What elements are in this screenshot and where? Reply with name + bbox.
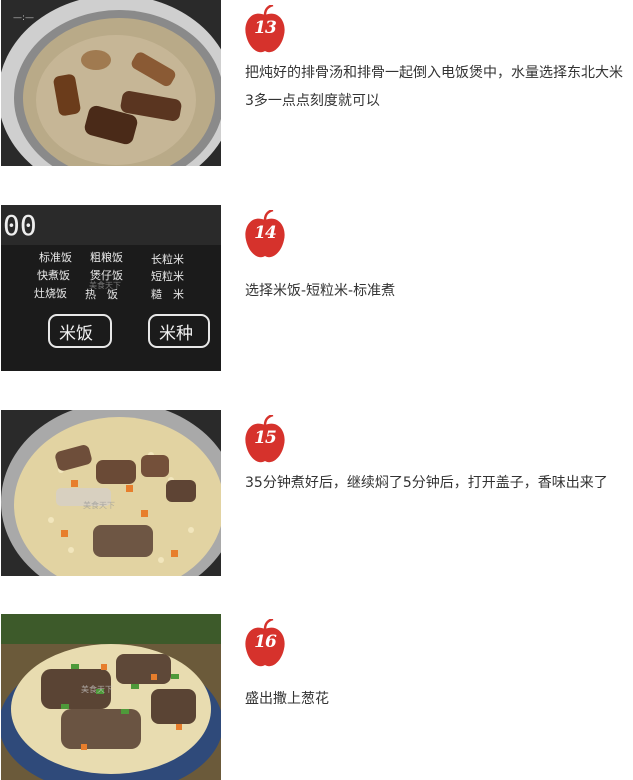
panel-menu-item: 快煮饭 <box>37 269 70 282</box>
panel-menu-item: 糙 米 <box>151 287 184 301</box>
recipe-step-13: —:— 13 把炖好的排骨汤和排骨一起倒入电饭煲中，水量选择东北大米3多一点点刻… <box>0 0 633 166</box>
panel-menu-item: 粗粮饭 <box>90 250 123 264</box>
step-description: 盛出撒上葱花 <box>245 691 329 707</box>
watermark: 美食天下 <box>81 684 113 694</box>
panel-menu-item: 短粒米 <box>151 269 184 283</box>
step-number: 15 <box>254 428 277 448</box>
step-number-badge: 13 <box>243 5 287 55</box>
panel-menu-item: 长粒米 <box>151 252 184 266</box>
recipe-step-14: 00 标准饭 粗粮饭 长粒米 快煮饭 煲仔饭 短粒米 灶烧饭 热 饭 糙 米 米… <box>0 205 633 371</box>
panel-rice-button: 米饭 <box>59 324 93 344</box>
rice-cooker-control-panel-image: 00 标准饭 粗粮饭 长粒米 快煮饭 煲仔饭 短粒米 灶烧饭 热 饭 糙 米 米… <box>1 205 221 371</box>
step-number-badge: 15 <box>243 415 287 465</box>
step-16-photo: 美食天下 <box>1 614 221 780</box>
step-number: 14 <box>254 223 277 243</box>
step-15-photo: 美食天下 <box>1 410 221 576</box>
cooked-rice-ribs-image: 美食天下 <box>1 410 221 576</box>
step-number-badge: 16 <box>243 619 287 669</box>
watermark: 美食天下 <box>83 500 115 510</box>
step-14-photo: 00 标准饭 粗粮饭 长粒米 快煮饭 煲仔饭 短粒米 灶烧饭 热 饭 糙 米 米… <box>1 205 221 371</box>
step-description: 35分钟煮好后，继续焖了5分钟后，打开盖子，香味出来了 <box>245 475 608 491</box>
rice-cooker-soup-image: —:— <box>1 0 221 166</box>
step-description: 选择米饭-短粒米-标准煮 <box>245 283 396 299</box>
recipe-step-15: 美食天下 15 35分钟煮好后，继续焖了5分钟后，打开盖子，香味出来了 <box>0 410 633 576</box>
step-number: 13 <box>254 18 277 38</box>
step-13-photo: —:— <box>1 0 221 166</box>
svg-text:—:—: —:— <box>13 13 34 23</box>
panel-rice-type-button: 米种 <box>159 324 193 344</box>
panel-display: 00 <box>3 209 37 242</box>
step-number: 16 <box>254 632 277 652</box>
panel-menu-item: 灶烧饭 <box>34 287 67 300</box>
recipe-step-16: 美食天下 16 盛出撒上葱花 <box>0 614 633 780</box>
watermark: 美食天下 <box>89 280 121 290</box>
step-number-badge: 14 <box>243 210 287 260</box>
panel-menu-item: 标准饭 <box>39 250 72 264</box>
step-description: 把炖好的排骨汤和排骨一起倒入电饭煲中，水量选择东北大米3多一点点刻度就可以 <box>245 65 623 109</box>
plated-rice-ribs-image: 美食天下 <box>1 614 221 780</box>
